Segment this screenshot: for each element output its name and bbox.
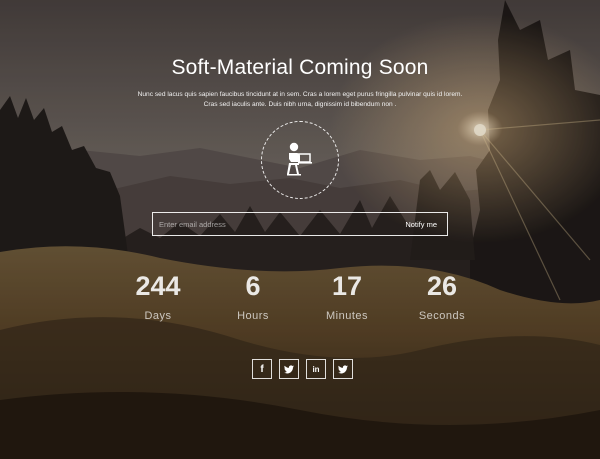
logo-badge (261, 121, 339, 199)
page-description: Nunc sed lacus quis sapien faucibus tinc… (137, 91, 463, 108)
countdown-seconds-value: 26 (426, 271, 458, 301)
countdown-hours-label: Hours (237, 310, 269, 322)
countdown-days-value: 244 (135, 271, 181, 301)
countdown-seconds-label: Seconds (418, 310, 466, 322)
subscribe-form: Notify me (152, 212, 448, 236)
countdown-hours: 6 Hours (208, 270, 298, 322)
countdown-minutes: 17 Minutes (302, 270, 392, 322)
countdown-days: 244 Days (113, 270, 203, 322)
twitter-link[interactable] (279, 359, 299, 379)
twitter-icon (284, 364, 294, 373)
person-at-desk-icon (287, 142, 312, 176)
countdown-minutes-value: 17 (331, 271, 363, 301)
twitter-link-2[interactable] (333, 359, 353, 379)
social-links: f in (252, 359, 353, 379)
countdown-days-label: Days (144, 310, 172, 322)
page-title: Soft-Material Coming Soon (171, 56, 429, 79)
notify-button[interactable]: Notify me (399, 213, 447, 235)
linkedin-icon: in (312, 364, 320, 374)
linkedin-link[interactable]: in (306, 359, 326, 379)
email-input[interactable] (153, 213, 400, 235)
countdown-minutes-label: Minutes (325, 310, 369, 322)
countdown-hours-value: 6 (245, 271, 261, 301)
countdown-seconds: 26 Seconds (397, 270, 487, 322)
twitter-icon (338, 364, 348, 373)
facebook-icon: f (260, 363, 264, 375)
facebook-link[interactable]: f (252, 359, 272, 379)
